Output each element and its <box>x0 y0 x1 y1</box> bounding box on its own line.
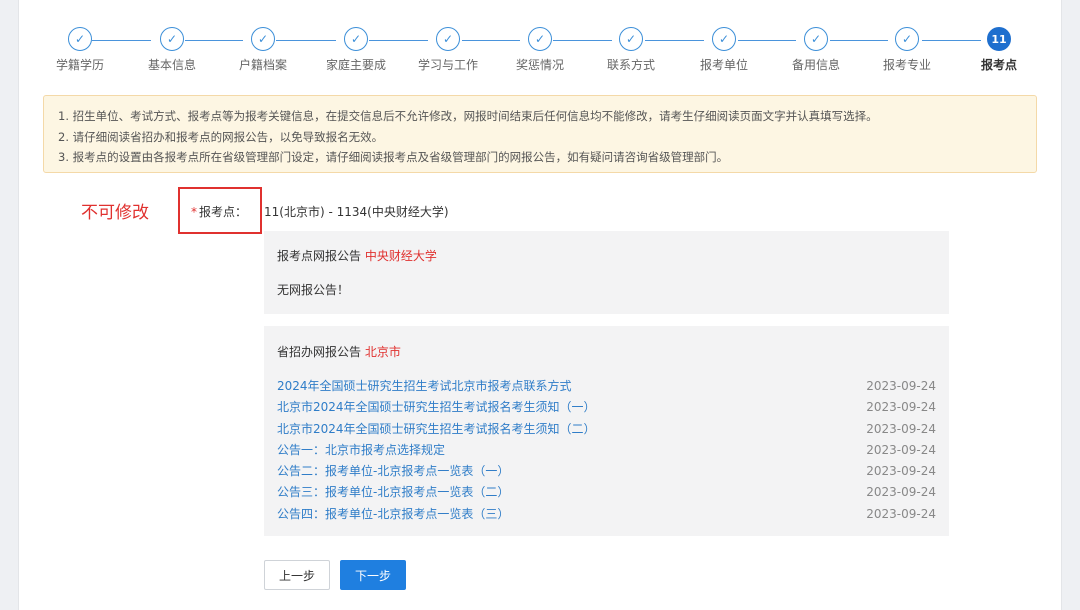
list-item: 公告二：报考单位-北京报考点一览表（一） 2023-09-24 <box>277 461 936 482</box>
step-1[interactable]: ✓ 学籍学历 <box>40 27 120 73</box>
step-label: 报考点 <box>980 58 1017 72</box>
step-6[interactable]: ✓ 奖惩情况 <box>500 27 580 73</box>
check-icon: ✓ <box>619 27 643 51</box>
exam-site-label: * 报考点： <box>191 203 247 220</box>
step-11-current[interactable]: 11 报考点 <box>959 27 1039 73</box>
step-label: 备用信息 <box>791 58 840 72</box>
notice-date: 2023-09-24 <box>866 506 936 521</box>
step-label: 学习与工作 <box>417 58 478 72</box>
list-item: 公告四：报考单位-北京报考点一览表（三） 2023-09-24 <box>277 504 936 525</box>
exam-site-name: 中央财经大学 <box>364 249 437 263</box>
province-name: 北京市 <box>364 345 401 359</box>
step-number: 11 <box>987 27 1011 51</box>
step-label: 家庭主要成 <box>325 58 386 72</box>
notice-date: 2023-09-24 <box>866 400 936 415</box>
step-8[interactable]: ✓ 报考单位 <box>684 27 764 73</box>
step-7[interactable]: ✓ 联系方式 <box>591 27 671 73</box>
check-icon: ✓ <box>160 27 184 51</box>
step-label: 基本信息 <box>147 58 196 72</box>
notice-line-1: 1. 招生单位、考试方式、报考点等为报考关键信息，在提交信息后不允许修改，网报时… <box>58 109 878 123</box>
list-item: 公告三：报考单位-北京报考点一览表（二） 2023-09-24 <box>277 482 936 503</box>
step-label: 报考专业 <box>882 58 931 72</box>
check-icon: ✓ <box>712 27 736 51</box>
notice-date: 2023-09-24 <box>866 442 936 457</box>
check-icon: ✓ <box>804 27 828 51</box>
step-progress: ✓ 学籍学历 ✓ 基本信息 ✓ 户籍档案 ✓ 家庭主要成 ✓ 学习与工作 ✓ 奖… <box>19 0 1063 80</box>
check-icon: ✓ <box>251 27 275 51</box>
province-notice-list: 2024年全国硕士研究生招生考试北京市报考点联系方式 2023-09-24 北京… <box>277 376 936 525</box>
step-label: 学籍学历 <box>55 58 104 72</box>
step-label: 报考单位 <box>699 58 748 72</box>
exam-site-notice-title: 报考点网报公告 中央财经大学 <box>277 247 437 264</box>
exam-site-value: 11(北京市) - 1134(中央财经大学) <box>264 205 449 219</box>
notice-link[interactable]: 公告二：报考单位-北京报考点一览表（一） <box>277 461 509 482</box>
notice-line-3: 3. 报考点的设置由各报考点所在省级管理部门设定，请仔细阅读报考点及省级管理部门… <box>58 150 729 164</box>
check-icon: ✓ <box>528 27 552 51</box>
main-panel: ✓ 学籍学历 ✓ 基本信息 ✓ 户籍档案 ✓ 家庭主要成 ✓ 学习与工作 ✓ 奖… <box>18 0 1062 610</box>
step-label: 奖惩情况 <box>515 58 564 72</box>
notice-line-2: 2. 请仔细阅读省招办和报考点的网报公告，以免导致报名无效。 <box>58 129 384 144</box>
list-item: 北京市2024年全国硕士研究生招生考试报名考生须知（二） 2023-09-24 <box>277 419 936 440</box>
step-5[interactable]: ✓ 学习与工作 <box>408 27 488 73</box>
check-icon: ✓ <box>895 27 919 51</box>
list-item: 北京市2024年全国硕士研究生招生考试报名考生须知（一） 2023-09-24 <box>277 397 936 418</box>
annotation-not-editable: 不可修改 <box>81 203 149 223</box>
step-2[interactable]: ✓ 基本信息 <box>132 27 212 73</box>
required-star: * <box>191 205 197 219</box>
notice-date: 2023-09-24 <box>866 379 936 393</box>
prev-step-button[interactable]: 上一步 <box>264 560 330 590</box>
list-item: 2024年全国硕士研究生招生考试北京市报考点联系方式 2023-09-24 <box>277 376 936 397</box>
province-notice-title: 省招办网报公告 北京市 <box>277 343 401 360</box>
step-9[interactable]: ✓ 备用信息 <box>776 27 856 73</box>
notice-link[interactable]: 公告一：北京市报考点选择规定 <box>277 440 445 461</box>
notice-date: 2023-09-24 <box>866 421 936 436</box>
check-icon: ✓ <box>436 27 460 51</box>
notice-date: 2023-09-24 <box>866 464 936 479</box>
notice-link[interactable]: 北京市2024年全国硕士研究生招生考试报名考生须知（一） <box>277 397 596 418</box>
notice-link[interactable]: 2024年全国硕士研究生招生考试北京市报考点联系方式 <box>277 376 572 397</box>
province-notice-title-text: 省招办网报公告 <box>277 345 362 359</box>
notice-date: 2023-09-24 <box>866 485 936 500</box>
notice-box: 1. 招生单位、考试方式、报考点等为报考关键信息，在提交信息后不允许修改，网报时… <box>43 95 1037 173</box>
check-icon: ✓ <box>68 27 92 51</box>
list-item: 公告一：北京市报考点选择规定 2023-09-24 <box>277 440 936 461</box>
notice-link[interactable]: 公告四：报考单位-北京报考点一览表（三） <box>277 504 509 525</box>
exam-site-notice-box: 报考点网报公告 中央财经大学 无网报公告！ <box>264 231 949 314</box>
step-3[interactable]: ✓ 户籍档案 <box>223 27 303 73</box>
notice-link[interactable]: 公告三：报考单位-北京报考点一览表（二） <box>277 482 509 503</box>
next-step-button[interactable]: 下一步 <box>340 560 406 590</box>
exam-site-notice-title-text: 报考点网报公告 <box>277 249 362 263</box>
exam-site-label-text: 报考点： <box>199 205 248 219</box>
step-label: 户籍档案 <box>238 58 287 72</box>
step-10[interactable]: ✓ 报考专业 <box>867 27 947 73</box>
check-icon: ✓ <box>344 27 368 51</box>
step-label: 联系方式 <box>606 58 655 72</box>
notice-link[interactable]: 北京市2024年全国硕士研究生招生考试报名考生须知（二） <box>277 419 596 440</box>
province-notice-box: 省招办网报公告 北京市 2024年全国硕士研究生招生考试北京市报考点联系方式 2… <box>264 326 949 536</box>
step-4[interactable]: ✓ 家庭主要成 <box>316 27 396 73</box>
exam-site-notice-message: 无网报公告！ <box>277 283 350 297</box>
